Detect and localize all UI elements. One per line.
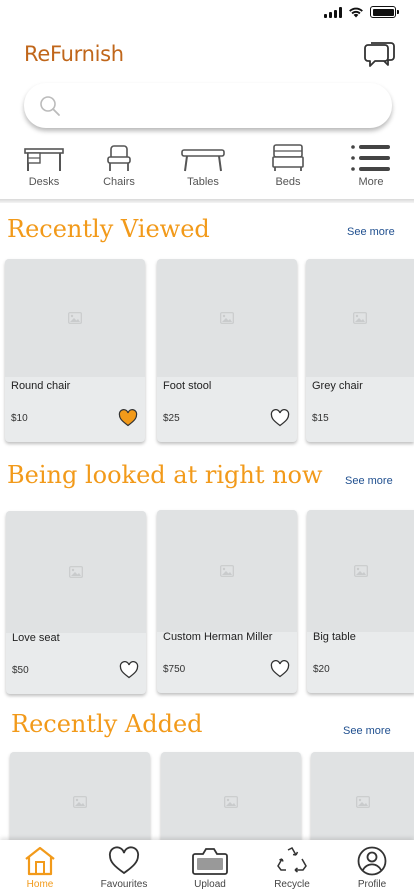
nav-recycle[interactable]: Recycle: [257, 846, 327, 894]
product-card[interactable]: Grey chair $15: [306, 259, 414, 442]
search-input[interactable]: [70, 83, 392, 128]
product-price: $750: [163, 664, 186, 675]
chair-icon: [107, 145, 131, 171]
category-label: Beds: [275, 176, 301, 188]
product-image: [161, 752, 301, 852]
section-title-being-looked-at: Being looked at right now: [7, 461, 323, 489]
product-price: $10: [11, 413, 28, 424]
product-price: $20: [313, 664, 330, 675]
heart-outline-icon[interactable]: [270, 660, 290, 678]
product-image: [10, 752, 150, 852]
image-placeholder-icon: [68, 312, 82, 324]
product-name: Grey chair: [312, 380, 363, 392]
product-card[interactable]: Love seat $50: [6, 511, 146, 694]
table-icon: [181, 149, 225, 172]
category-label: More: [358, 176, 384, 188]
image-placeholder-icon: [220, 312, 234, 324]
product-card[interactable]: [161, 752, 301, 852]
battery-icon: [370, 6, 399, 18]
product-card[interactable]: [10, 752, 150, 852]
category-chairs[interactable]: Chairs: [89, 143, 149, 195]
image-placeholder-icon: [73, 796, 87, 808]
product-image: [157, 259, 297, 377]
nav-upload[interactable]: Upload: [175, 846, 245, 894]
image-placeholder-icon: [353, 312, 367, 324]
image-placeholder-icon: [224, 796, 238, 808]
category-label: Desks: [28, 176, 60, 188]
product-card[interactable]: Custom Herman Miller $750: [157, 510, 297, 693]
product-name: Big table: [313, 631, 356, 643]
category-bar: Desks Chairs Tables Beds More: [0, 143, 414, 195]
heart-filled-icon[interactable]: [118, 409, 138, 427]
section-title-recently-viewed: Recently Viewed: [7, 215, 210, 243]
see-more-link[interactable]: See more: [347, 226, 395, 238]
image-placeholder-icon: [220, 565, 234, 577]
category-tables[interactable]: Tables: [173, 143, 233, 195]
product-price: $50: [12, 665, 29, 676]
product-card[interactable]: [311, 752, 414, 852]
heart-outline-icon[interactable]: [270, 409, 290, 427]
heart-icon: [108, 846, 140, 875]
product-image: [6, 511, 146, 633]
section-title-recently-added: Recently Added: [11, 710, 203, 738]
see-more-link[interactable]: See more: [345, 475, 393, 487]
image-placeholder-icon: [69, 566, 83, 578]
product-image: [5, 259, 145, 377]
product-image: [307, 510, 414, 632]
search-bar[interactable]: [24, 83, 392, 128]
divider: [0, 199, 414, 203]
nav-label: Profile: [357, 879, 387, 890]
wifi-icon: [349, 7, 363, 18]
nav-label: Upload: [194, 879, 226, 890]
cellular-signal-icon: [324, 6, 342, 18]
nav-label: Favourites: [100, 879, 148, 890]
bottom-navigation: Home Favourites Upload Recycle Profile: [0, 840, 414, 896]
category-more[interactable]: More: [341, 143, 401, 195]
product-card[interactable]: Round chair $10: [5, 259, 145, 442]
nav-profile[interactable]: Profile: [337, 846, 407, 894]
profile-icon: [357, 846, 387, 876]
category-desks[interactable]: Desks: [14, 143, 74, 195]
home-icon: [25, 846, 55, 876]
product-card[interactable]: Big table $20: [307, 510, 414, 693]
nav-label: Home: [26, 879, 54, 890]
heart-outline-icon[interactable]: [119, 661, 139, 679]
product-price: $25: [163, 413, 180, 424]
product-image: [157, 510, 297, 632]
category-label: Tables: [187, 176, 219, 188]
brand-logo: ReFurnish: [24, 42, 124, 66]
product-price: $15: [312, 413, 329, 424]
product-name: Round chair: [11, 380, 71, 392]
category-label: Chairs: [103, 176, 135, 188]
menu-icon: [351, 145, 390, 171]
nav-favourites[interactable]: Favourites: [89, 846, 159, 894]
bed-icon: [272, 144, 304, 171]
recycle-icon: [277, 847, 307, 873]
product-name: Custom Herman Miller: [163, 631, 273, 643]
image-placeholder-icon: [355, 796, 370, 808]
category-beds[interactable]: Beds: [258, 143, 318, 195]
see-more-link[interactable]: See more: [343, 725, 391, 737]
product-card[interactable]: Foot stool $25: [157, 259, 297, 442]
chat-button[interactable]: [362, 40, 396, 70]
chat-icon: [364, 42, 395, 67]
nav-home[interactable]: Home: [5, 846, 75, 894]
product-name: Love seat: [12, 632, 60, 644]
product-name: Foot stool: [163, 380, 212, 392]
product-image: [311, 752, 414, 852]
camera-icon: [192, 848, 228, 875]
search-icon: [40, 95, 60, 116]
product-image: [306, 259, 414, 377]
nav-label: Recycle: [274, 879, 310, 890]
image-placeholder-icon: [354, 565, 368, 577]
desk-icon: [24, 148, 64, 171]
status-bar: [0, 0, 414, 26]
